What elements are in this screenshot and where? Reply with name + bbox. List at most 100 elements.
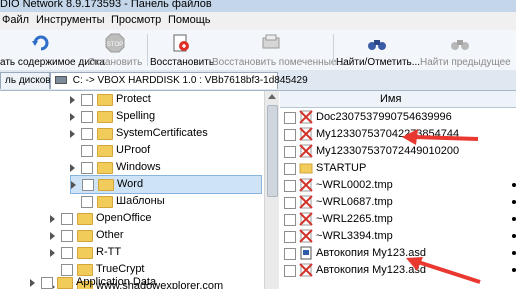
tree-scrollbar[interactable] <box>264 91 279 289</box>
svg-text:STOP: STOP <box>107 42 123 48</box>
tree-item-r-tt[interactable]: R-TT <box>50 244 260 261</box>
toolbar-separator <box>147 34 148 66</box>
file-checkbox[interactable] <box>284 248 296 260</box>
scan-disk-button[interactable]: ать содержимое диска <box>0 30 105 70</box>
expand-icon[interactable] <box>70 113 75 121</box>
find-previous-button[interactable]: Найти предыдущее <box>420 30 511 70</box>
tree-item-windows[interactable]: Windows <box>70 159 260 176</box>
menu-file[interactable]: Файл <box>2 14 29 26</box>
file-name: ~WRL0687.tmp <box>316 196 393 208</box>
file-row[interactable]: ~WRL2265.tmp <box>280 211 516 228</box>
file-row[interactable]: STARTUP <box>280 160 516 177</box>
tree-checkbox[interactable] <box>81 162 93 174</box>
expand-icon[interactable] <box>71 181 76 189</box>
stop-button[interactable]: STOP Остановить <box>86 30 144 70</box>
deleted-x-icon <box>299 144 313 158</box>
expand-icon[interactable] <box>50 215 55 223</box>
file-checkbox[interactable] <box>284 180 296 192</box>
expand-icon[interactable] <box>30 279 35 287</box>
restore-marked-icon <box>262 34 280 49</box>
toolbar: ать содержимое диска STOP Остановить Вос… <box>0 30 516 71</box>
status-dot <box>512 268 516 272</box>
folder-icon <box>77 213 93 225</box>
find-mark-button[interactable]: Найти/Отметить... <box>336 30 421 70</box>
find-mark-label: Найти/Отметить... <box>336 57 421 68</box>
file-checkbox[interactable] <box>284 112 296 124</box>
tree-checkbox[interactable] <box>61 230 73 242</box>
deleted-x-icon <box>299 195 313 209</box>
refresh-icon <box>32 35 49 51</box>
scroll-thumb[interactable] <box>267 105 278 197</box>
file-checkbox[interactable] <box>284 265 296 277</box>
tree-item-label: Other <box>96 229 124 241</box>
tree-checkbox[interactable] <box>81 94 93 106</box>
tree-checkbox[interactable] <box>61 213 73 225</box>
tree-item-label: Windows <box>116 161 161 173</box>
tree-item-other[interactable]: Other <box>50 227 260 244</box>
tab-disk-panel-label: ль дисков <box>5 75 51 86</box>
expand-icon[interactable] <box>70 130 75 138</box>
file-row[interactable]: ~WRL3394.tmp <box>280 228 516 245</box>
tab-path[interactable]: C: -> VBOX HARDDISK 1.0 : VBb7618bf3-1d8… <box>50 72 308 89</box>
file-name: ~WRL0002.tmp <box>316 179 393 191</box>
tree-item-uproof[interactable]: UProof <box>70 142 260 159</box>
file-row[interactable]: Doc2307537990754639996 <box>280 109 516 126</box>
file-row[interactable]: My12330753707244901020​0 <box>280 143 516 160</box>
tree-checkbox[interactable] <box>81 145 93 157</box>
file-checkbox[interactable] <box>284 146 296 158</box>
tree-checkbox[interactable] <box>81 196 93 208</box>
file-checkbox[interactable] <box>284 129 296 141</box>
status-dot <box>512 234 516 238</box>
column-header-name[interactable]: Имя <box>280 91 516 108</box>
tree-checkbox[interactable] <box>81 111 93 123</box>
tree-item-templates[interactable]: Шаблоны <box>70 193 260 210</box>
stop-icon: STOP <box>105 33 125 53</box>
deleted-x-icon <box>299 263 313 277</box>
file-checkbox[interactable] <box>284 214 296 226</box>
tree-checkbox[interactable] <box>61 247 73 259</box>
restore-button[interactable]: Восстановить <box>150 30 214 70</box>
tree-item-spelling[interactable]: Spelling <box>70 108 260 125</box>
tree-item-openoffice[interactable]: OpenOffice <box>50 210 260 227</box>
file-row[interactable]: ~WRL0687.tmp <box>280 194 516 211</box>
tree-item-label: Application Data <box>76 276 157 288</box>
binoculars-icon <box>368 40 386 50</box>
expand-icon[interactable] <box>70 164 75 172</box>
folder-icon <box>77 230 93 242</box>
tree-item-label: Spelling <box>116 110 156 122</box>
scan-disk-label: ать содержимое диска <box>0 57 105 68</box>
tree-item-label: Шаблоны <box>116 195 165 207</box>
tree-checkbox[interactable] <box>81 128 93 140</box>
menu-view[interactable]: Просмотр <box>111 14 161 26</box>
tree-item-application-data[interactable]: Application Data <box>30 274 260 291</box>
tree-item-systemcertificates[interactable]: SystemCertificates <box>70 125 260 142</box>
menu-tools[interactable]: Инструменты <box>36 14 105 26</box>
folder-icon <box>97 128 113 140</box>
file-row[interactable]: ~WRL0002.tmp <box>280 177 516 194</box>
tab-disk-panel[interactable]: ль дисков <box>0 72 51 89</box>
tree-checkbox[interactable] <box>41 277 53 289</box>
file-name: STARTUP <box>316 162 367 174</box>
deleted-x-icon <box>299 212 313 226</box>
expand-icon[interactable] <box>50 249 55 257</box>
tree-item-word[interactable]: Word <box>70 175 262 194</box>
scroll-up-icon[interactable] <box>268 94 276 99</box>
file-checkbox[interactable] <box>284 197 296 209</box>
folder-icon <box>77 247 93 259</box>
file-checkbox[interactable] <box>284 231 296 243</box>
menu-help[interactable]: Помощь <box>168 14 211 26</box>
deleted-x-icon <box>299 178 313 192</box>
file-checkbox[interactable] <box>284 163 296 175</box>
doc-icon <box>300 246 312 260</box>
restore-icon <box>173 34 189 52</box>
tree-item-label: Word <box>117 178 144 190</box>
status-dot <box>512 217 516 221</box>
expand-icon[interactable] <box>50 232 55 240</box>
tree-item-protect[interactable]: Protect <box>70 91 260 108</box>
expand-icon[interactable] <box>70 96 75 104</box>
tree-checkbox[interactable] <box>82 179 94 191</box>
column-header-label: Имя <box>380 93 402 105</box>
restore-marked-button[interactable]: Восстановить помеченные... <box>212 30 345 70</box>
file-row[interactable]: My12330753704227385474​4 <box>280 126 516 143</box>
folder-icon <box>97 196 113 208</box>
